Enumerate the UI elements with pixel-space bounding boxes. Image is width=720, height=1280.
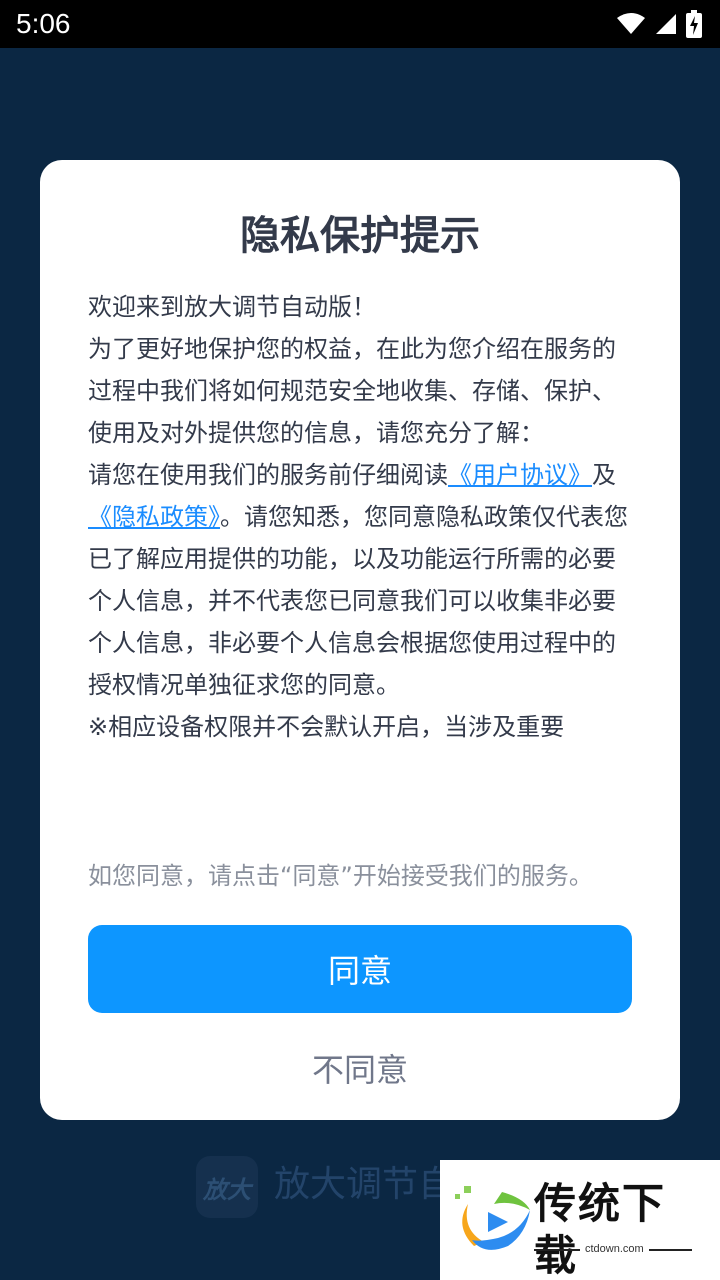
app-logo: 放大 (196, 1156, 258, 1218)
user-agreement-link[interactable]: 《用户协议》 (448, 461, 592, 489)
agreement-text-before: 请您在使用我们的服务前仔细阅读 (88, 461, 448, 489)
agreement-text-and: 及 (592, 461, 616, 489)
privacy-policy-link[interactable]: 《隐私政策》 (88, 503, 220, 531)
status-time: 5:06 (16, 8, 71, 39)
dialog-body[interactable]: 欢迎来到放大调节自动版！ 为了更好地保护您的权益，在此为您介绍在服务的过程中我们… (88, 286, 632, 824)
agreement-text-after: 。请您知悉，您同意隐私政策仅代表您已了解应用提供的功能，以及功能运行所需的必要个… (88, 503, 628, 699)
agreement-paragraph: 请您在使用我们的服务前仔细阅读《用户协议》及《隐私政策》。请您知悉，您同意隐私政… (88, 454, 632, 706)
intro-text: 为了更好地保护您的权益，在此为您介绍在服务的过程中我们将如何规范安全地收集、存储… (88, 335, 616, 447)
disagree-button[interactable]: 不同意 (88, 1040, 632, 1096)
privacy-dialog: 隐私保护提示 欢迎来到放大调节自动版！ 为了更好地保护您的权益，在此为您介绍在服… (40, 160, 680, 1120)
agree-button[interactable]: 同意 (88, 925, 632, 1013)
wifi-icon (617, 13, 645, 34)
consent-hint: 如您同意，请点击“同意”开始接受我们的服务。 (88, 862, 593, 890)
welcome-text: 欢迎来到放大调节自动版！ (88, 293, 376, 321)
status-icons (616, 10, 702, 38)
dialog-title: 隐私保护提示 (240, 213, 480, 259)
permission-note: ※相应设备权限并不会默认开启，当涉及重要 (88, 713, 565, 741)
battery-charging-icon (686, 10, 702, 38)
watermark: 传统下载 ctdown.com (440, 1160, 720, 1280)
watermark-logo-icon (455, 1186, 530, 1250)
status-bar: 5:06 (0, 0, 720, 48)
cell-signal-icon (656, 14, 676, 34)
app-name: 放大调节自 (274, 1164, 455, 1205)
watermark-title: 传统下载 (534, 1179, 667, 1280)
watermark-url: ctdown.com (580, 1241, 649, 1257)
